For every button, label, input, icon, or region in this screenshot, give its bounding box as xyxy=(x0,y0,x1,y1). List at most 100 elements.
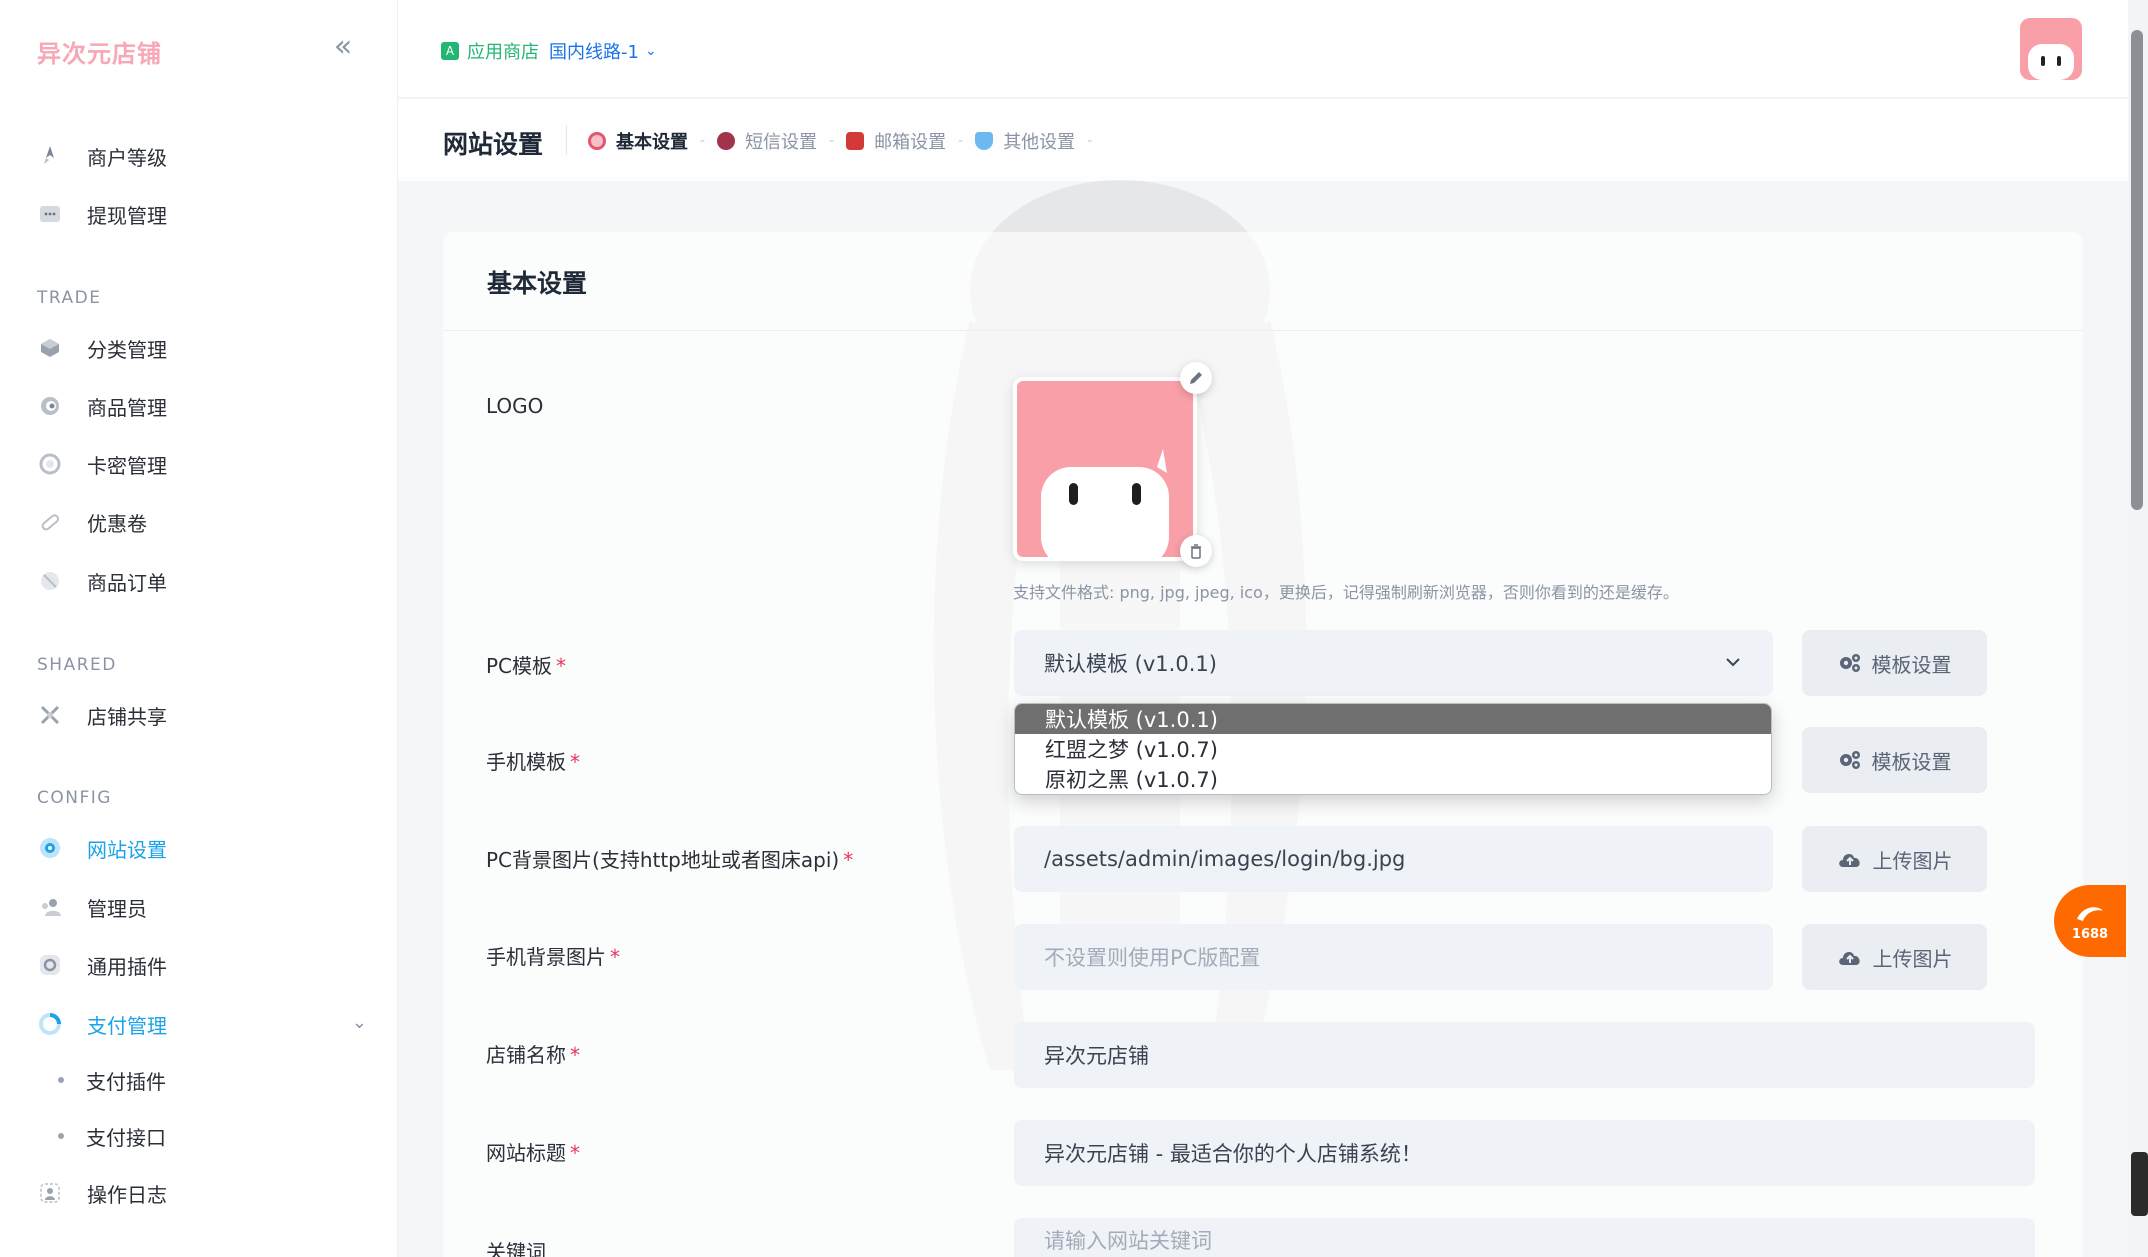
tab-other-settings[interactable]: 其他设置 xyxy=(975,128,1075,154)
tab-separator: - xyxy=(958,133,964,149)
collapse-sidebar-icon[interactable]: « xyxy=(328,32,358,64)
gears-icon xyxy=(1838,652,1862,674)
site-title-input[interactable]: 异次元店铺 - 最适合你的个人店铺系统！ xyxy=(1014,1120,2035,1186)
sidebar-item-merchant-level[interactable]: 商户等级 xyxy=(37,136,367,176)
sidebar-item-label: 分类管理 xyxy=(87,337,167,362)
app-store-link[interactable]: 应用商店 xyxy=(467,38,539,64)
avatar[interactable] xyxy=(2020,18,2082,80)
sidebar-item-site-settings[interactable]: 网站设置 xyxy=(37,828,367,868)
label-text: 网站标题 xyxy=(486,1141,566,1165)
tab-sms-settings[interactable]: 短信设置 xyxy=(717,128,817,154)
keywords-input[interactable]: 请输入网站关键词 xyxy=(1014,1218,2035,1257)
sidebar-item-category[interactable]: 分类管理 xyxy=(37,328,367,368)
sidebar-item-order[interactable]: 商品订单 xyxy=(37,561,367,601)
sidebar-item-card-key[interactable]: 卡密管理 xyxy=(37,444,367,484)
category-icon xyxy=(37,335,63,361)
pc-template-select[interactable]: 默认模板 (v1.0.1) xyxy=(1014,630,1773,696)
sidebar-item-product[interactable]: 商品管理 xyxy=(37,386,367,426)
label-text: PC模板 xyxy=(486,654,553,678)
edit-logo-button[interactable] xyxy=(1180,362,1212,394)
tab-label: 短信设置 xyxy=(745,132,818,153)
sidebar-item-coupon[interactable]: 优惠卷 xyxy=(37,502,367,542)
sidebar-item-payment[interactable]: 支付管理 ⌄ xyxy=(37,1004,367,1044)
emoji-icon xyxy=(717,132,736,150)
mobile-template-dropdown[interactable]: 默认模板 (v1.0.1) 红盟之梦 (v1.0.7) 原初之黑 (v1.0.7… xyxy=(1014,703,1772,795)
brand-logo-text[interactable]: 异次元店铺 xyxy=(37,34,162,69)
sidebar-item-label: 商户等级 xyxy=(87,145,167,170)
tab-label: 其他设置 xyxy=(1003,132,1076,153)
log-icon xyxy=(37,1180,63,1206)
settings-tabs: 基本设置 - 短信设置 - 邮箱设置 - 其他设置 - xyxy=(588,128,1104,154)
sidebar-subitem-payment-plugins[interactable]: 支付插件 xyxy=(58,1062,358,1098)
mobile-template-label: 手机模板 * xyxy=(486,746,580,775)
scrollbar-thumb[interactable] xyxy=(2131,30,2143,510)
admin-icon xyxy=(37,894,63,920)
pc-template-settings-button[interactable]: 模板设置 xyxy=(1802,630,1987,696)
tab-label: 基本设置 xyxy=(616,132,688,153)
sidebar-item-withdraw[interactable]: 提现管理 xyxy=(37,194,367,234)
sidebar-item-plugins[interactable]: 通用插件 xyxy=(37,945,367,985)
sidebar: 异次元店铺 « 商户等级 提现管理 TRADE 分类管理 商品管理 卡密管理 优… xyxy=(0,0,398,1257)
tab-basic-settings[interactable]: 基本设置 xyxy=(588,128,688,154)
dropdown-option[interactable]: 默认模板 (v1.0.1) xyxy=(1015,704,1771,734)
sidebar-item-admin[interactable]: 管理员 xyxy=(37,887,367,927)
sidebar-item-label: 商品管理 xyxy=(87,395,167,420)
shop-name-input[interactable]: 异次元店铺 xyxy=(1014,1022,2035,1088)
shield-icon xyxy=(975,132,994,150)
header-divider xyxy=(566,125,567,155)
sidebar-subitem-label: 支付插件 xyxy=(86,1069,166,1094)
mobile-bg-input[interactable]: 不设置则使用PC版配置 xyxy=(1014,924,1773,990)
required-mark: * xyxy=(570,750,580,774)
share-icon xyxy=(37,702,63,728)
sidebar-item-shop-share[interactable]: 店铺共享 xyxy=(37,695,367,735)
tab-email-settings[interactable]: 邮箱设置 xyxy=(846,128,946,154)
floating-1688-button[interactable]: 1688 xyxy=(2054,885,2126,957)
dropdown-option[interactable]: 红盟之梦 (v1.0.7) xyxy=(1015,734,1771,764)
sidebar-item-operation-log[interactable]: 操作日志 xyxy=(37,1173,367,1213)
sidebar-item-label: 通用插件 xyxy=(87,954,167,979)
label-text: 手机模板 xyxy=(486,750,566,774)
mobile-bg-upload-button[interactable]: 上传图片 xyxy=(1802,924,1987,990)
face-icon xyxy=(588,132,606,150)
payment-icon xyxy=(37,1011,63,1037)
coupon-icon xyxy=(37,509,63,535)
route-dropdown[interactable]: 国内线路-1 xyxy=(549,38,639,64)
product-icon xyxy=(37,393,63,419)
side-tool-button[interactable] xyxy=(2131,1152,2148,1216)
cloud-upload-icon xyxy=(1837,849,1863,869)
required-mark: * xyxy=(843,848,854,872)
page-title: 网站设置 xyxy=(443,130,544,159)
logo-label: LOGO xyxy=(486,394,544,418)
app-store-icon: A xyxy=(441,42,459,60)
mobile-template-settings-button[interactable]: 模板设置 xyxy=(1802,727,1987,793)
settings-icon xyxy=(37,835,63,861)
section-label-shared: SHARED xyxy=(37,655,117,675)
wallet-icon xyxy=(37,201,63,227)
sidebar-item-label: 网站设置 xyxy=(87,837,167,862)
pc-bg-input[interactable]: /assets/admin/images/login/bg.jpg xyxy=(1014,826,1773,892)
bullet-icon xyxy=(58,1077,64,1083)
required-mark: * xyxy=(570,1141,580,1165)
ali-logo-icon xyxy=(2077,906,2103,921)
chevron-down-icon[interactable]: ⌄ xyxy=(645,43,657,59)
button-label: 上传图片 xyxy=(1872,946,1953,971)
bullet-icon xyxy=(58,1133,64,1139)
required-mark: * xyxy=(556,654,567,678)
required-mark: * xyxy=(610,945,620,969)
button-label: 上传图片 xyxy=(1872,848,1953,873)
store-route-selector[interactable]: A 应用商店 国内线路-1 ⌄ xyxy=(441,38,657,64)
sidebar-item-label: 店铺共享 xyxy=(87,704,167,729)
sidebar-item-label: 操作日志 xyxy=(87,1182,167,1207)
delete-logo-button[interactable] xyxy=(1180,535,1212,567)
logo-hint: 支持文件格式: png, jpg, jpeg, ico，更换后，记得强制刷新浏览… xyxy=(1013,583,1679,602)
tab-separator: - xyxy=(829,133,835,149)
pc-bg-upload-button[interactable]: 上传图片 xyxy=(1802,826,1987,892)
section-label-trade: TRADE xyxy=(37,288,102,308)
tab-label: 邮箱设置 xyxy=(874,132,947,153)
rocket-icon xyxy=(37,143,63,169)
dropdown-option[interactable]: 原初之黑 (v1.0.7) xyxy=(1015,764,1771,794)
chevron-down-icon[interactable]: ⌄ xyxy=(352,1012,367,1033)
label-text: PC背景图片(支持http地址或者图床api) xyxy=(486,848,840,872)
button-label: 模板设置 xyxy=(1871,749,1952,774)
sidebar-subitem-payment-interface[interactable]: 支付接口 xyxy=(58,1118,358,1154)
